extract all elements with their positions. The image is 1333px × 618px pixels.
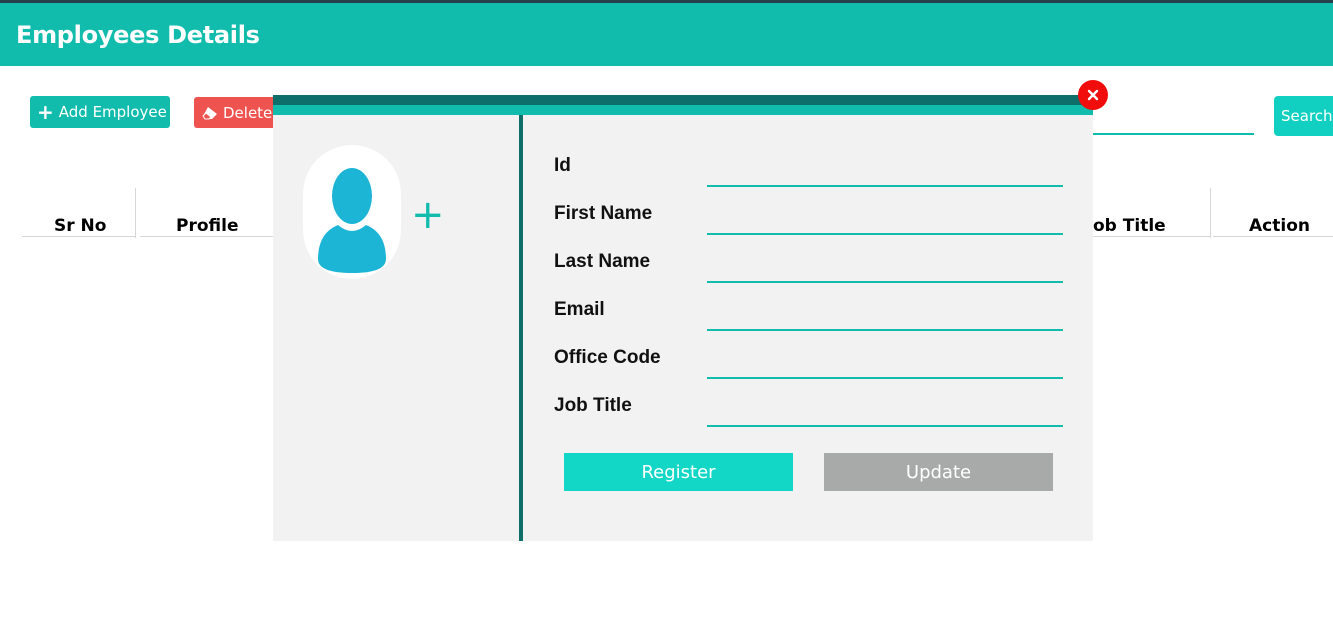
email-label: Email: [554, 299, 605, 320]
column-header-action: Action: [1249, 216, 1310, 236]
last-name-label: Last Name: [554, 251, 651, 272]
first-name-label: First Name: [554, 203, 653, 224]
page-title: Employees Details: [16, 21, 260, 49]
column-header-job-title: ob Title: [1093, 216, 1166, 236]
column-header-sr-no: Sr No: [54, 216, 107, 236]
email-field-underline: [707, 329, 1063, 331]
header-underline: [140, 236, 273, 237]
last-name-field[interactable]: [707, 255, 1067, 283]
add-photo-icon[interactable]: +: [411, 195, 445, 235]
add-employee-label: Add Employee: [58, 103, 167, 121]
search-label: Search: [1281, 107, 1333, 125]
register-button[interactable]: Register: [564, 453, 793, 491]
office-code-field-underline: [707, 377, 1063, 379]
modal-divider: [519, 115, 523, 541]
office-code-label: Office Code: [554, 347, 661, 368]
job-title-field-underline: [707, 425, 1063, 427]
column-header-profile: Profile: [176, 216, 239, 236]
first-name-field-underline: [707, 233, 1063, 235]
id-label: Id: [554, 155, 571, 176]
app-header: Employees Details: [0, 3, 1333, 66]
column-divider: [1210, 188, 1211, 238]
employee-form-modal: + Id First Name Last Name Email Office C…: [273, 95, 1093, 541]
office-code-field[interactable]: [707, 351, 1067, 379]
delete-button[interactable]: Delete: [194, 97, 284, 128]
job-title-label: Job Title: [554, 395, 632, 416]
job-title-field[interactable]: [707, 399, 1067, 427]
delete-label: Delete: [223, 103, 273, 122]
header-underline: [22, 236, 136, 237]
modal-top-bar: [273, 95, 1093, 105]
update-button[interactable]: Update: [824, 453, 1053, 491]
eraser-icon: [202, 106, 217, 119]
first-name-field[interactable]: [707, 207, 1067, 235]
id-field-underline: [707, 185, 1063, 187]
close-icon: [1087, 89, 1099, 101]
id-field[interactable]: [707, 159, 1067, 187]
modal-accent-bar: [273, 105, 1093, 115]
header-underline: [1093, 236, 1210, 237]
search-input-underline[interactable]: [1090, 133, 1254, 135]
close-modal-button[interactable]: [1078, 80, 1108, 110]
profile-avatar[interactable]: [303, 145, 401, 279]
last-name-field-underline: [707, 281, 1063, 283]
column-divider: [135, 188, 136, 238]
add-employee-button[interactable]: + Add Employee: [30, 96, 170, 128]
email-field[interactable]: [707, 303, 1067, 331]
user-icon: [318, 168, 386, 273]
search-button[interactable]: Search: [1274, 96, 1333, 136]
plus-icon: +: [37, 100, 54, 124]
header-underline: [1213, 236, 1333, 237]
